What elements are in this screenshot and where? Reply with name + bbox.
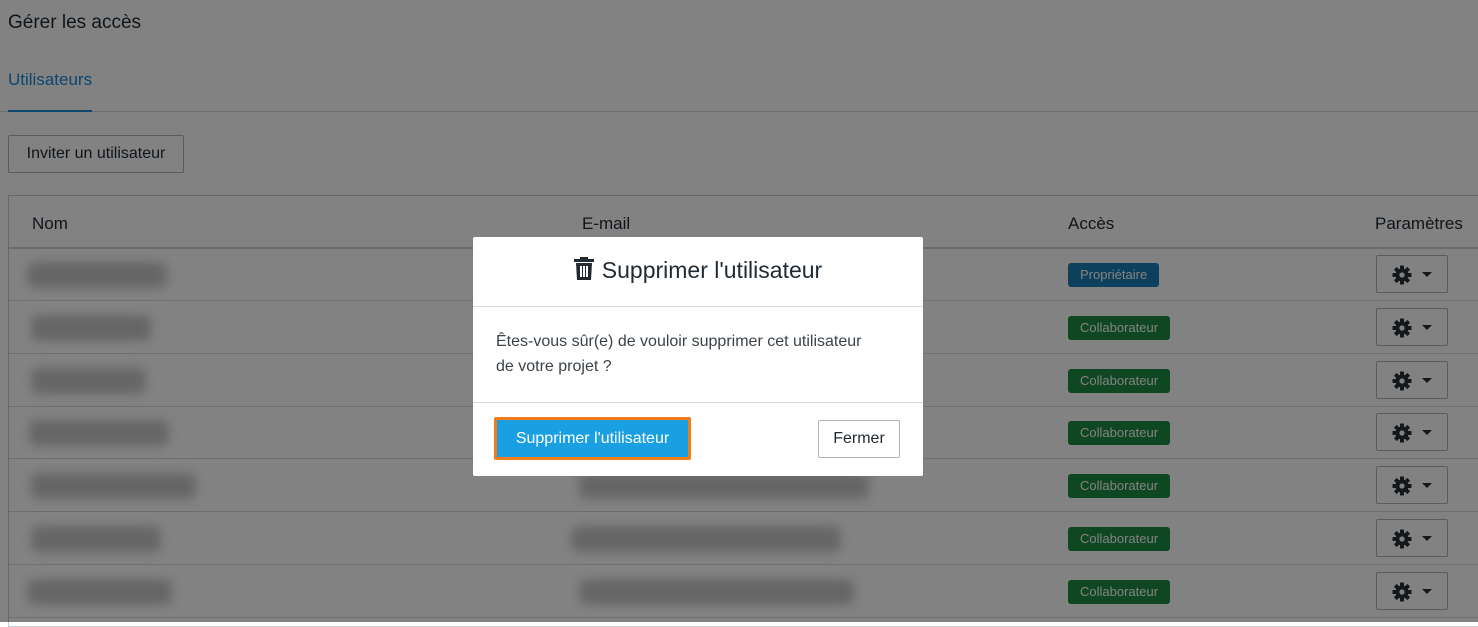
dialog-message: Êtes-vous sûr(e) de vouloir supprimer ce… xyxy=(496,333,862,375)
dialog-footer: Supprimer l'utilisateur Fermer xyxy=(473,403,923,476)
dialog-title-row: Supprimer l'utilisateur xyxy=(473,257,923,284)
manage-access-page: Gérer les accès Utilisateurs Inviter un … xyxy=(0,0,1478,627)
trash-icon xyxy=(573,257,594,280)
dialog-body: Êtes-vous sûr(e) de vouloir supprimer ce… xyxy=(473,307,923,403)
confirm-delete-user-button[interactable]: Supprimer l'utilisateur xyxy=(494,417,691,460)
dialog-header: Supprimer l'utilisateur xyxy=(473,237,923,307)
delete-user-dialog: Supprimer l'utilisateur Êtes-vous sûr(e)… xyxy=(473,237,923,476)
close-dialog-button[interactable]: Fermer xyxy=(818,420,900,458)
dialog-title: Supprimer l'utilisateur xyxy=(601,257,823,283)
